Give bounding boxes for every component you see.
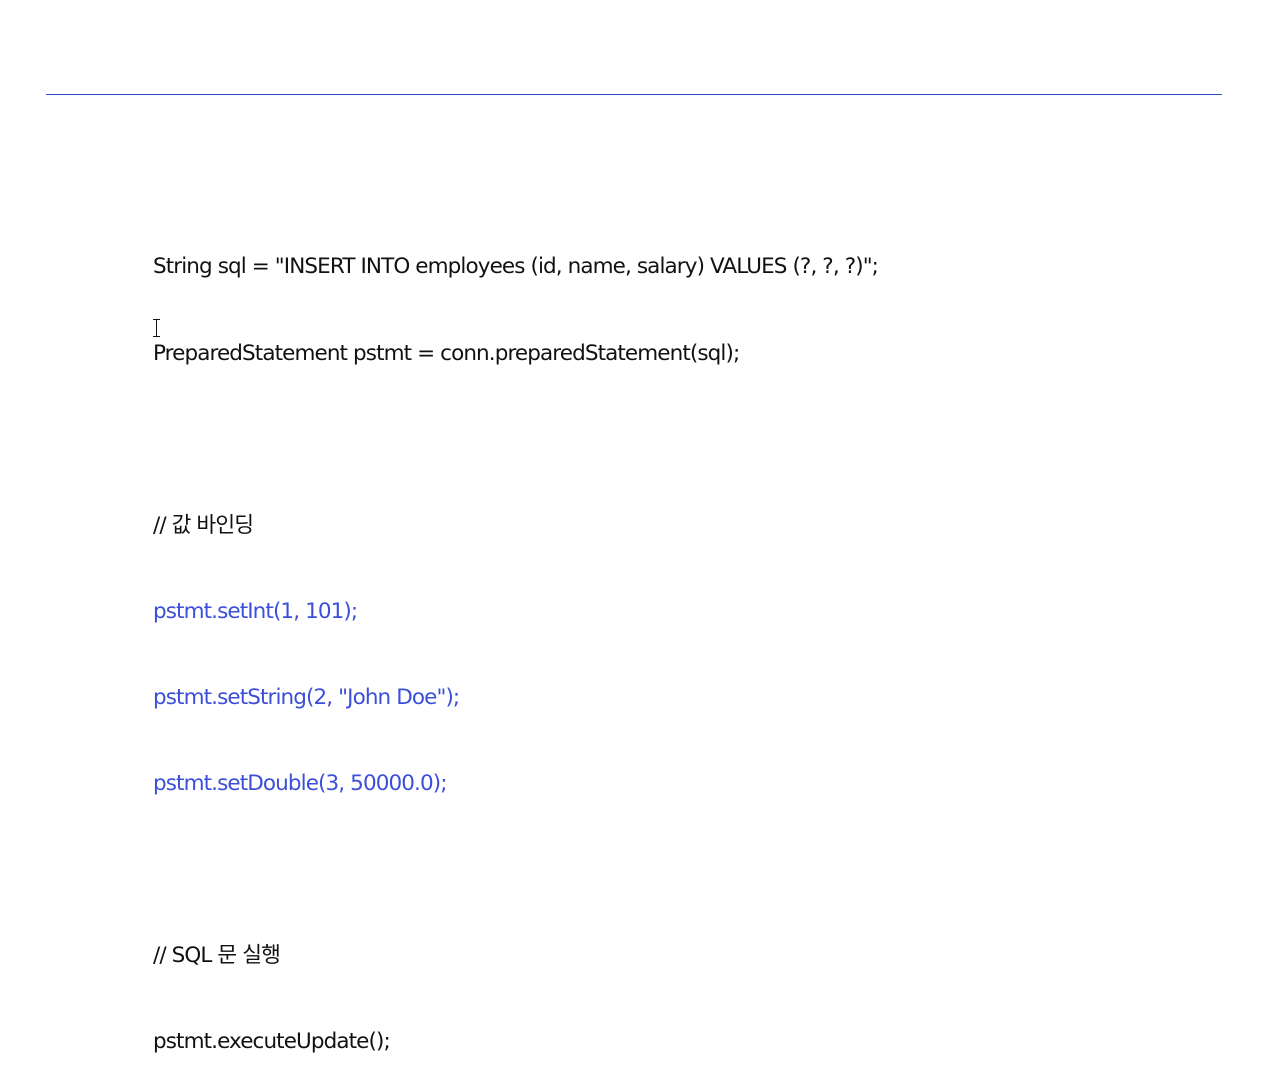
code-line-prepared-statement: PreparedStatement pstmt = conn.preparedS… — [153, 340, 740, 366]
code-line-sql-string: String sql = "INSERT INTO employees (id,… — [153, 254, 879, 280]
code-line-set-double: pstmt.setDouble(3, 50000.0); — [153, 770, 448, 796]
code-line-set-string: pstmt.setString(2, "John Doe"); — [153, 684, 460, 710]
code-comment-binding: // 값 바인딩 — [153, 512, 254, 538]
text-cursor-icon — [153, 318, 161, 338]
code-line-execute-update: pstmt.executeUpdate(); — [153, 1029, 391, 1055]
header-divider — [46, 94, 1222, 95]
code-line-set-int: pstmt.setInt(1, 101); — [153, 598, 358, 624]
code-block: String sql = "INSERT INTO employees (id,… — [153, 196, 879, 1086]
code-comment-execute: // SQL 문 실행 — [153, 943, 281, 969]
